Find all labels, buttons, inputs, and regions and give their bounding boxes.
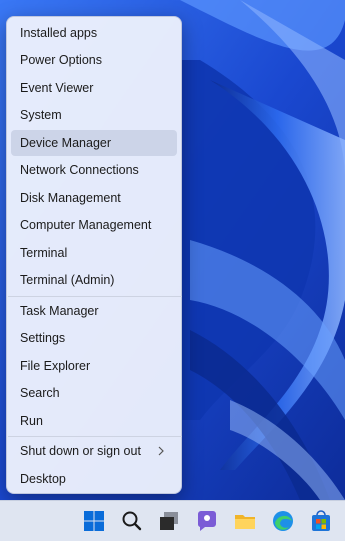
menu-item-file-explorer[interactable]: File Explorer — [11, 353, 177, 379]
menu-item-disk-management[interactable]: Disk Management — [11, 185, 177, 211]
menu-item-shut-down-or-sign-out[interactable]: Shut down or sign out — [11, 438, 177, 464]
menu-item-device-manager[interactable]: Device Manager — [11, 130, 177, 156]
menu-item-label: Shut down or sign out — [20, 444, 141, 458]
menu-item-network-connections[interactable]: Network Connections — [11, 157, 177, 183]
menu-item-run[interactable]: Run — [11, 408, 177, 434]
microsoft-store-icon[interactable] — [309, 509, 333, 533]
menu-item-search[interactable]: Search — [11, 380, 177, 406]
menu-separator — [8, 296, 182, 297]
menu-item-desktop[interactable]: Desktop — [11, 466, 177, 492]
taskbar — [0, 500, 345, 541]
edge-browser-icon[interactable] — [271, 509, 295, 533]
chat-icon[interactable] — [195, 509, 219, 533]
file-explorer-icon[interactable] — [233, 509, 257, 533]
menu-item-installed-apps[interactable]: Installed apps — [11, 20, 177, 46]
menu-item-computer-management[interactable]: Computer Management — [11, 212, 177, 238]
menu-item-event-viewer[interactable]: Event Viewer — [11, 75, 177, 101]
menu-item-task-manager[interactable]: Task Manager — [11, 298, 177, 324]
quick-link-menu: Installed apps Power Options Event Viewe… — [6, 16, 182, 494]
menu-item-terminal-admin[interactable]: Terminal (Admin) — [11, 267, 177, 293]
search-icon[interactable] — [120, 509, 144, 533]
menu-item-terminal[interactable]: Terminal — [11, 240, 177, 266]
menu-item-settings[interactable]: Settings — [11, 325, 177, 351]
windows-start-icon[interactable] — [82, 509, 106, 533]
menu-item-system[interactable]: System — [11, 102, 177, 128]
menu-item-power-options[interactable]: Power Options — [11, 47, 177, 73]
menu-separator — [8, 436, 182, 437]
task-view-icon[interactable] — [157, 509, 181, 533]
